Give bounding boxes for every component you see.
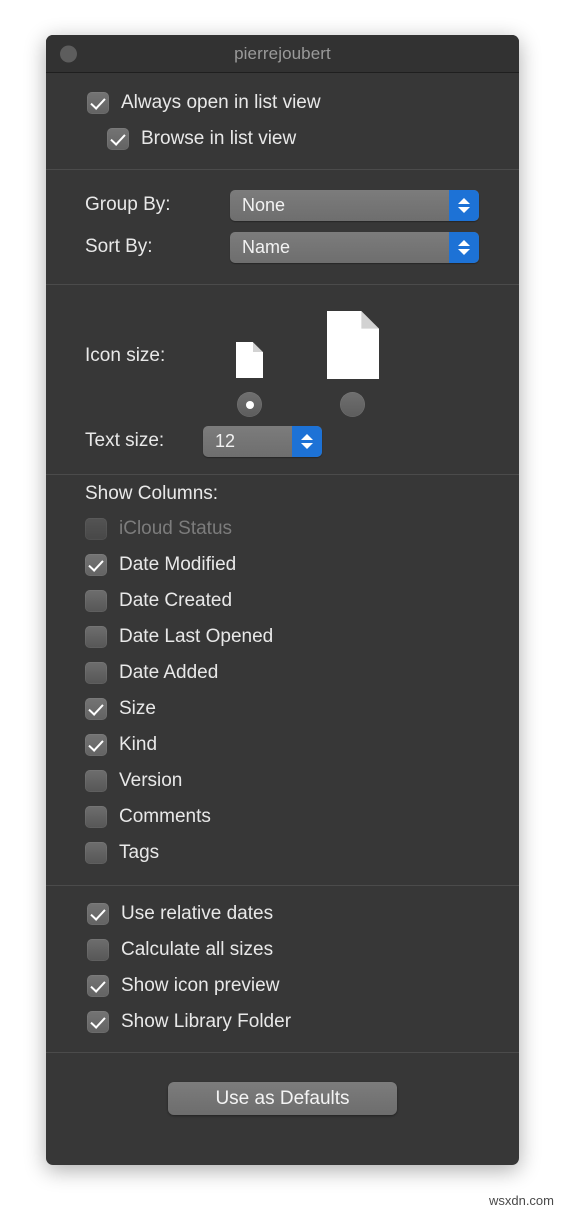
checkbox-label: iCloud Status bbox=[119, 518, 233, 539]
chevron-updown-icon[interactable] bbox=[449, 231, 479, 263]
checkbox-column-date-created[interactable]: Date Created bbox=[46, 583, 519, 619]
checkbox-icon[interactable] bbox=[87, 939, 109, 961]
checkbox-label: Calculate all sizes bbox=[121, 939, 274, 960]
checkbox-option-show-icon-preview[interactable]: Show icon preview bbox=[46, 968, 519, 1004]
footer-section: Use as Defaults bbox=[46, 1053, 519, 1165]
document-large-icon[interactable] bbox=[327, 311, 379, 379]
checkbox-label: Tags bbox=[119, 842, 160, 863]
checkbox-label: Always open in list view bbox=[121, 92, 321, 113]
view-options-list: Use relative dates Calculate all sizes Sho… bbox=[46, 896, 519, 1040]
use-as-defaults-button[interactable]: Use as Defaults bbox=[168, 1082, 397, 1115]
checkbox-label: Date Last Opened bbox=[119, 626, 274, 647]
checkbox-label: Version bbox=[119, 770, 183, 791]
checkbox-icon[interactable] bbox=[87, 903, 109, 925]
checkbox-icon[interactable] bbox=[85, 662, 107, 684]
checkbox-option-calculate-all-sizes[interactable]: Calculate all sizes bbox=[46, 932, 519, 968]
group-by-row: Group By: None bbox=[46, 184, 519, 226]
checkbox-label: Kind bbox=[119, 734, 158, 755]
view-options-section: Use relative dates Calculate all sizes Sho… bbox=[46, 886, 519, 1053]
checkbox-icon[interactable] bbox=[87, 1011, 109, 1033]
checkbox-label: Show icon preview bbox=[121, 975, 280, 996]
show-columns-section: Show Columns: iCloud Status Date Modified… bbox=[46, 475, 519, 886]
checkbox-column-version[interactable]: Version bbox=[46, 763, 519, 799]
checkbox-always-open-list-view[interactable]: Always open in list view bbox=[46, 85, 519, 121]
text-size-select[interactable]: 12 bbox=[203, 425, 322, 457]
checkbox-icon[interactable] bbox=[107, 128, 129, 150]
checkbox-label: Use relative dates bbox=[121, 903, 274, 924]
checkbox-icon[interactable] bbox=[87, 92, 109, 114]
group-by-value: None bbox=[242, 194, 286, 215]
radio-icon-size-large[interactable] bbox=[340, 392, 365, 417]
watermark: wsxdn.com bbox=[488, 1193, 554, 1208]
radio-icon-size-small[interactable] bbox=[237, 392, 262, 417]
sort-by-select[interactable]: Name bbox=[230, 231, 479, 263]
text-size-label: Text size: bbox=[85, 430, 165, 451]
close-icon[interactable] bbox=[60, 45, 77, 62]
checkbox-icon bbox=[85, 518, 107, 540]
checkbox-column-date-last-opened[interactable]: Date Last Opened bbox=[46, 619, 519, 655]
checkbox-label: Browse in list view bbox=[141, 128, 297, 149]
window-title: pierrejoubert bbox=[234, 44, 331, 63]
show-columns-title: Show Columns: bbox=[85, 483, 219, 504]
checkbox-icon[interactable] bbox=[87, 975, 109, 997]
text-size-row: Text size: 12 bbox=[46, 422, 519, 460]
checkbox-icon[interactable] bbox=[85, 698, 107, 720]
checkbox-column-tags[interactable]: Tags bbox=[46, 835, 519, 871]
checkbox-icon[interactable] bbox=[85, 626, 107, 648]
checkbox-column-kind[interactable]: Kind bbox=[46, 727, 519, 763]
checkbox-label: Show Library Folder bbox=[121, 1011, 292, 1032]
checkbox-label: Date Modified bbox=[119, 554, 237, 575]
chevron-updown-icon[interactable] bbox=[449, 189, 479, 221]
group-by-label: Group By: bbox=[85, 194, 171, 215]
checkbox-icon[interactable] bbox=[85, 554, 107, 576]
checkbox-icon[interactable] bbox=[85, 590, 107, 612]
sort-by-value: Name bbox=[242, 236, 291, 257]
checkbox-column-comments[interactable]: Comments bbox=[46, 799, 519, 835]
list-view-section: Always open in list view Browse in list … bbox=[46, 73, 519, 170]
checkbox-label: Date Created bbox=[119, 590, 233, 611]
checkbox-option-use-relative-dates[interactable]: Use relative dates bbox=[46, 896, 519, 932]
icon-size-section: Icon size: Text size: 12 bbox=[46, 285, 519, 475]
sort-by-row: Sort By: Name bbox=[46, 226, 519, 268]
checkbox-column-icloud-status: iCloud Status bbox=[46, 511, 519, 547]
sort-by-label: Sort By: bbox=[85, 236, 153, 257]
checkbox-label: Date Added bbox=[119, 662, 219, 683]
text-size-value: 12 bbox=[215, 430, 236, 451]
group-by-select[interactable]: None bbox=[230, 189, 479, 221]
checkbox-column-date-modified[interactable]: Date Modified bbox=[46, 547, 519, 583]
checkbox-label: Size bbox=[119, 698, 156, 719]
show-columns-list: iCloud Status Date Modified Date Created Da… bbox=[46, 511, 519, 871]
icon-size-block: Icon size: bbox=[46, 297, 519, 422]
document-small-icon[interactable] bbox=[236, 342, 263, 378]
chevron-updown-icon[interactable] bbox=[292, 425, 322, 457]
checkbox-icon[interactable] bbox=[85, 734, 107, 756]
checkbox-option-show-library-folder[interactable]: Show Library Folder bbox=[46, 1004, 519, 1040]
window-titlebar: pierrejoubert bbox=[46, 35, 519, 73]
checkbox-column-size[interactable]: Size bbox=[46, 691, 519, 727]
grouping-sorting-section: Group By: None Sort By: Name bbox=[46, 170, 519, 285]
checkbox-browse-in-list-view[interactable]: Browse in list view bbox=[46, 121, 519, 157]
checkbox-icon[interactable] bbox=[85, 842, 107, 864]
checkbox-icon[interactable] bbox=[85, 806, 107, 828]
checkbox-label: Comments bbox=[119, 806, 211, 827]
icon-size-label: Icon size: bbox=[85, 345, 166, 366]
checkbox-column-date-added[interactable]: Date Added bbox=[46, 655, 519, 691]
view-options-window: pierrejoubert Always open in list view B… bbox=[46, 35, 519, 1165]
checkbox-icon[interactable] bbox=[85, 770, 107, 792]
